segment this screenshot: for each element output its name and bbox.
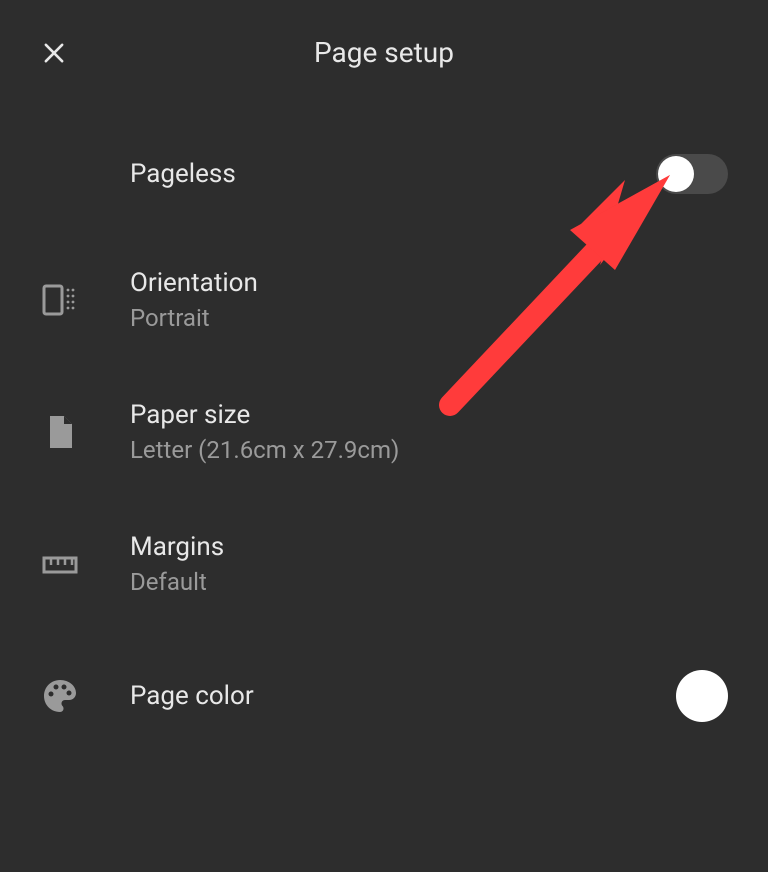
file-icon — [40, 412, 80, 452]
page-color-row[interactable]: Page color — [40, 661, 728, 731]
orientation-text: Orientation Portrait — [130, 268, 648, 332]
pageless-text: Pageless — [130, 159, 648, 189]
close-button[interactable] — [40, 39, 68, 67]
close-icon — [40, 39, 68, 67]
orientation-row[interactable]: Orientation Portrait — [40, 265, 728, 335]
page-color-label: Page color — [130, 681, 648, 711]
pageless-label: Pageless — [130, 159, 648, 189]
orientation-label: Orientation — [130, 268, 648, 298]
page-color-trail — [648, 670, 728, 722]
pageless-row[interactable]: Pageless — [40, 139, 728, 209]
paper-size-row[interactable]: Paper size Letter (21.6cm x 27.9cm) — [40, 397, 728, 467]
pageless-trail — [648, 154, 728, 194]
page-color-text: Page color — [130, 681, 648, 711]
orientation-icon — [40, 280, 80, 320]
orientation-value: Portrait — [130, 304, 648, 332]
pageless-toggle[interactable] — [656, 154, 728, 194]
palette-icon — [40, 676, 80, 716]
page-color-swatch[interactable] — [676, 670, 728, 722]
page-title: Page setup — [40, 36, 728, 69]
paper-size-value: Letter (21.6cm x 27.9cm) — [130, 436, 648, 464]
margins-text: Margins Default — [130, 532, 648, 596]
header: Page setup — [0, 0, 768, 89]
paper-size-text: Paper size Letter (21.6cm x 27.9cm) — [130, 400, 648, 464]
pageless-toggle-knob — [658, 156, 694, 192]
ruler-icon — [40, 544, 80, 584]
margins-label: Margins — [130, 532, 648, 562]
margins-row[interactable]: Margins Default — [40, 529, 728, 599]
margins-value: Default — [130, 568, 648, 596]
orientation-icon-slot — [40, 280, 130, 320]
page-color-icon-slot — [40, 676, 130, 716]
settings-content: Pageless Orientation Portrait — [0, 89, 768, 731]
margins-icon-slot — [40, 544, 130, 584]
paper-size-label: Paper size — [130, 400, 648, 430]
paper-size-icon-slot — [40, 412, 130, 452]
